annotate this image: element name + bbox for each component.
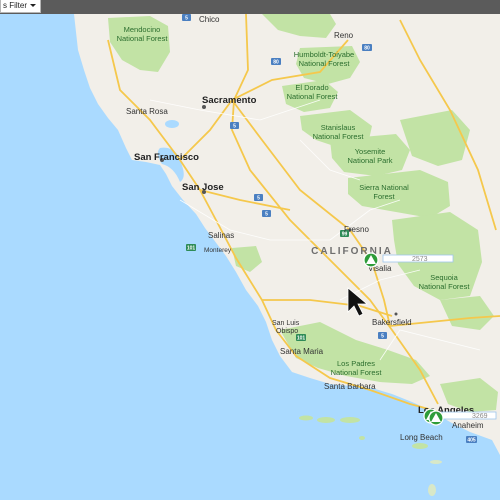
svg-text:5: 5: [257, 196, 260, 202]
shield: 5: [230, 122, 239, 130]
city-label-san-luis-1: San Luis: [272, 320, 300, 327]
svg-text:5: 5: [265, 212, 268, 218]
lake: [165, 120, 179, 128]
marker-callout: [441, 411, 497, 420]
city-label-long-beach: Long Beach: [400, 433, 443, 442]
state-label: CALIFORNIA: [311, 246, 393, 257]
shield: 405: [466, 436, 477, 444]
city-label-anaheim: Anaheim: [452, 421, 484, 430]
city-label-santa-barbara: Santa Barbara: [324, 382, 376, 391]
park-label: Los Padres National Forest: [331, 359, 383, 377]
svg-text:80: 80: [364, 46, 370, 52]
svg-text:5: 5: [381, 334, 384, 340]
shield: 80: [362, 44, 372, 52]
city-label-bakersfield: Bakersfield: [372, 318, 412, 327]
city-label-santa-rosa: Santa Rosa: [126, 107, 168, 116]
shield: 101: [186, 244, 196, 252]
park-label: Humboldt-Toiyabe National Forest: [294, 50, 354, 68]
marker-label: 3269: [472, 413, 488, 420]
city-label-obispo: Obispo: [276, 328, 298, 335]
svg-text:5: 5: [233, 124, 236, 130]
map-app: s Filter 5 80 5 80 5 101 5 99 101 5 405 …: [0, 0, 500, 500]
island: [340, 417, 360, 423]
svg-text:80: 80: [273, 60, 279, 66]
island: [299, 415, 313, 421]
shield: 5: [378, 332, 387, 340]
shield: 5: [254, 194, 263, 202]
island: [317, 417, 335, 423]
city-label-fresno: Fresno: [344, 225, 369, 234]
filter-dropdown-button[interactable]: s Filter: [0, 0, 41, 13]
city-label-san-francisco: San Francisco: [134, 152, 199, 163]
city-label-salinas: Salinas: [208, 231, 234, 240]
island: [428, 484, 436, 496]
island: [430, 460, 442, 464]
map-canvas[interactable]: 5 80 5 80 5 101 5 99 101 5 405 CALIFORNI…: [0, 0, 500, 500]
svg-text:101: 101: [187, 246, 196, 252]
top-toolbar: [0, 0, 500, 14]
svg-text:101: 101: [297, 336, 306, 342]
chevron-down-icon: [30, 4, 36, 8]
shield: 80: [271, 58, 281, 66]
svg-text:5: 5: [185, 16, 188, 22]
city-label-sacramento: Sacramento: [202, 95, 257, 106]
svg-text:405: 405: [467, 438, 476, 444]
city-label-san-jose: San Jose: [182, 182, 224, 193]
island: [412, 443, 428, 449]
city-label-monterey: Monterey: [204, 247, 232, 254]
filter-button-label: s Filter: [3, 1, 27, 10]
shield: 5: [182, 14, 191, 22]
shield: 101: [296, 334, 306, 342]
city-label-chico: Chico: [199, 15, 220, 24]
city-dot: [394, 312, 398, 316]
shield: 5: [262, 210, 271, 218]
city-label-santa-maria: Santa Maria: [280, 347, 324, 356]
marker-label: 2573: [412, 256, 428, 263]
island: [359, 436, 365, 440]
city-label-reno: Reno: [334, 31, 354, 40]
